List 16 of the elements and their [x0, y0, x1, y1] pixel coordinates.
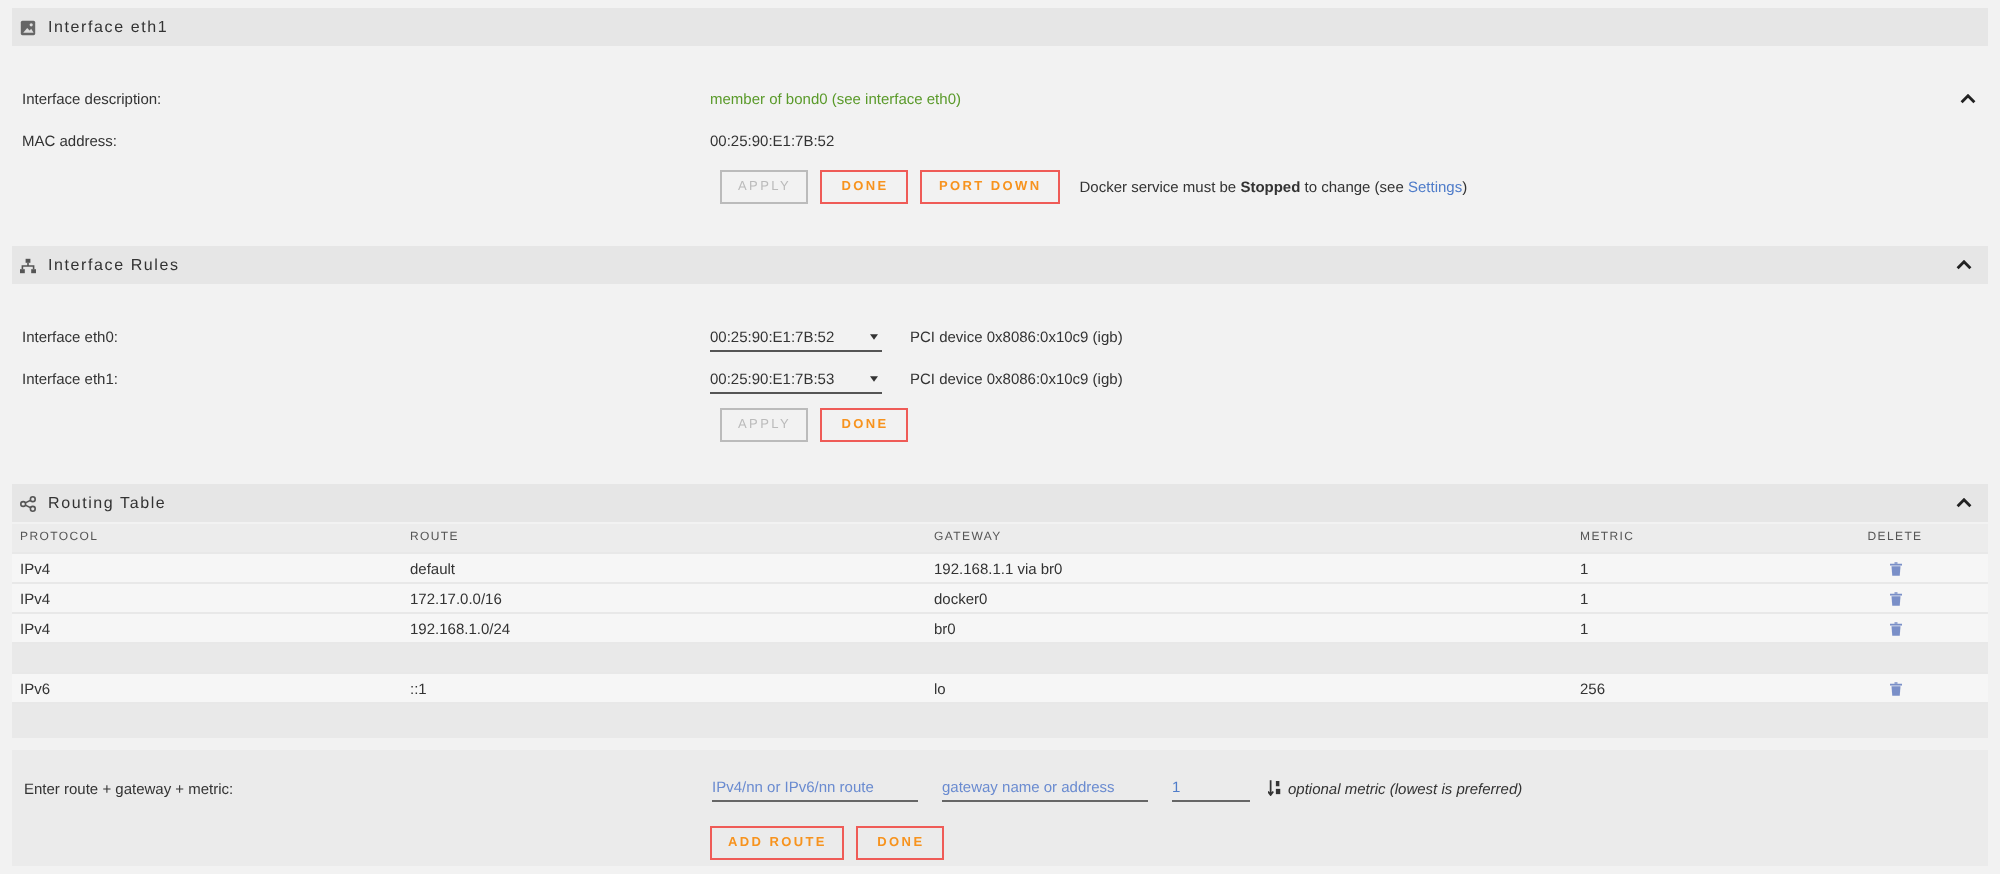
section-title: Interface eth1: [48, 18, 169, 36]
hierarchy-icon: [20, 257, 36, 273]
collapse-icon[interactable]: [1956, 498, 1972, 508]
sort-icon: [1268, 780, 1282, 796]
share-icon: [20, 495, 36, 511]
section-title: Routing Table: [48, 494, 167, 512]
caret-icon: [870, 375, 878, 381]
section-title: Interface Rules: [48, 256, 180, 274]
trash-icon[interactable]: [1889, 681, 1901, 695]
trash-icon[interactable]: [1889, 591, 1901, 605]
trash-icon[interactable]: [1889, 561, 1901, 575]
trash-icon[interactable]: [1889, 621, 1901, 635]
image-icon: [20, 19, 36, 35]
collapse-icon[interactable]: [1956, 260, 1972, 270]
caret-icon: [870, 333, 878, 339]
collapse-icon[interactable]: [1960, 94, 1976, 104]
